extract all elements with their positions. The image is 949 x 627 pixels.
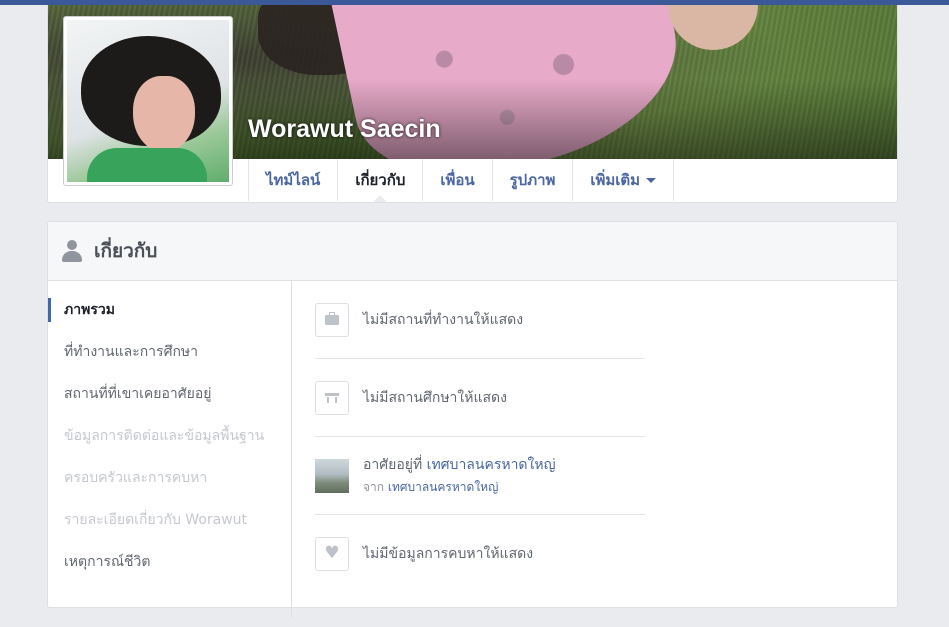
sidebar-item-contact-basic-info[interactable]: ข้อมูลการติดต่อและข้อมูลพื้นฐาน [48,418,291,460]
sidebar-item-overview[interactable]: ภาพรวม [48,292,291,334]
lives-prefix: อาศัยอยู่ที่ [363,457,427,473]
tab-timeline[interactable]: ไทม์ไลน์ [249,159,339,201]
education-empty-text: ไม่มีสถานศึกษาให้แสดง [363,389,507,406]
overview-row-lives: อาศัยอยู่ที่ เทศบาลนครหาดใหญ่ จาก เทศบาล… [315,437,645,515]
briefcase-glyph [325,311,339,325]
heart-icon: ♥ [315,536,349,571]
about-panel-title: เกี่ยวกับ [94,240,158,262]
profile-header: Worawut Saecin ไทม์ไลน์ เกี่ยวกับ เพื่อน… [47,5,898,203]
profile-tabs: ไทม์ไลน์ เกี่ยวกับ เพื่อน รูปภาพ เพิ่มเต… [248,159,675,202]
avatar-shirt-shape [87,148,207,182]
avatar-face-shape [133,76,195,152]
overview-row-relationship: ♥ ไม่มีข้อมูลการคบหาให้แสดง [315,515,645,592]
overview-row-education: ไม่มีสถานศึกษาให้แสดง [315,359,645,437]
tab-label: เกี่ยวกับ [355,171,406,189]
tab-label: เพื่อน [440,171,475,189]
about-panel: เกี่ยวกับ ภาพรวม ที่ทำงานและการศึกษา สถา… [47,221,898,618]
overview-content: ไม่มีสถานที่ทำงานให้แสดง ไม่มีสถานศึกษาใ… [315,281,645,592]
profile-picture-frame[interactable] [63,16,233,186]
overview-row-work: ไม่มีสถานที่ทำงานให้แสดง [315,281,645,359]
school-icon [315,380,349,415]
heart-glyph: ♥ [324,543,340,563]
profile-name[interactable]: Worawut Saecin [248,115,441,144]
person-icon [62,239,82,263]
relationship-empty-text: ไม่มีข้อมูลการคบหาให้แสดง [363,545,534,562]
sidebar-item-work-education[interactable]: ที่ทำงานและการศึกษา [48,334,291,376]
sidebar-item-details-about[interactable]: รายละเอียดเกี่ยวกับ Worawut [48,502,291,544]
profile-picture[interactable] [67,20,229,182]
tab-label: เพิ่มเติม [590,171,641,189]
lives-text: อาศัยอยู่ที่ เทศบาลนครหาดใหญ่ [363,454,556,476]
work-empty-text: ไม่มีสถานที่ทำงานให้แสดง [363,311,524,328]
about-panel-header: เกี่ยวกับ [48,222,897,281]
city-thumbnail[interactable] [315,458,349,493]
from-prefix: จาก [363,480,388,494]
lives-block: อาศัยอยู่ที่ เทศบาลนครหาดใหญ่ จาก เทศบาล… [363,454,556,497]
about-sidebar: ภาพรวม ที่ทำงานและการศึกษา สถานที่ที่เขา… [48,281,292,618]
school-glyph [325,392,339,403]
tab-label: ไทม์ไลน์ [266,171,321,189]
from-city-link[interactable]: เทศบาลนครหาดใหญ่ [388,480,498,494]
sidebar-item-life-events[interactable]: เหตุการณ์ชีวิต [48,544,291,586]
tab-label: รูปภาพ [509,171,556,189]
tab-friends[interactable]: เพื่อน [423,159,493,201]
tab-about[interactable]: เกี่ยวกับ [338,159,424,202]
sidebar-item-places-lived[interactable]: สถานที่ที่เขาเคยอาศัยอยู่ [48,376,291,418]
sidebar-item-family-relationships[interactable]: ครอบครัวและการคบหา [48,460,291,502]
from-text: จาก เทศบาลนครหาดใหญ่ [363,478,556,497]
lives-city-link[interactable]: เทศบาลนครหาดใหญ่ [427,457,556,473]
chevron-down-icon [646,178,657,183]
briefcase-icon [315,302,349,337]
tab-more[interactable]: เพิ่มเติม [573,159,675,201]
tab-photos[interactable]: รูปภาพ [493,159,574,201]
